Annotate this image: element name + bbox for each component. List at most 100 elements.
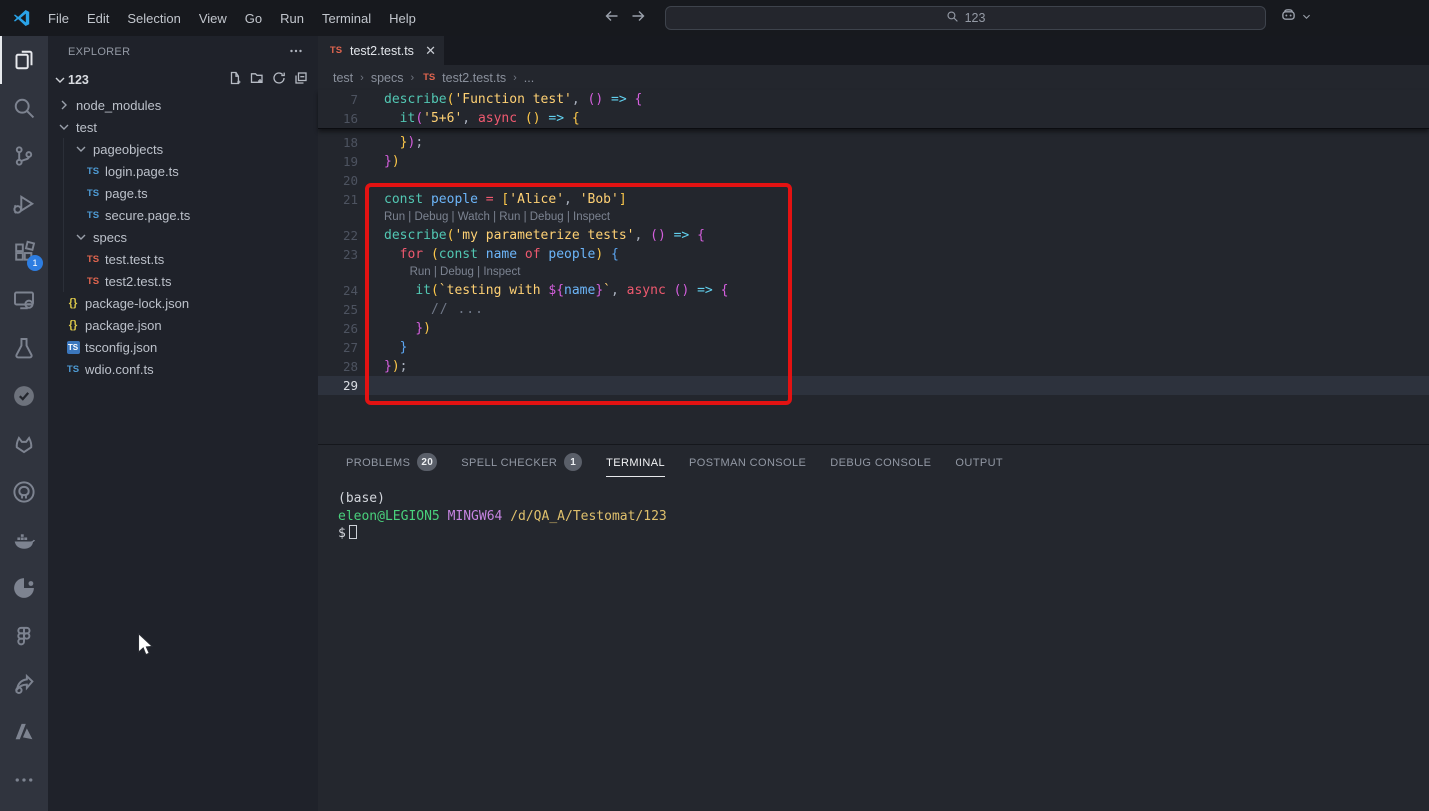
code-line-26: 26 }) [318, 319, 1429, 338]
history-nav [604, 0, 646, 36]
testing-icon[interactable] [0, 324, 48, 372]
new-folder-icon[interactable] [249, 70, 265, 89]
tab-bar: TS test2.test.ts ✕ [318, 36, 1429, 65]
breadcrumb-item-3[interactable]: TStest2.test.ts [421, 71, 506, 85]
refresh-icon[interactable] [271, 70, 287, 89]
gitlab-icon[interactable] [0, 420, 48, 468]
code-line-28: 28}); [318, 357, 1429, 376]
explorer-icon[interactable] [0, 36, 48, 84]
menu-file[interactable]: File [39, 11, 78, 26]
tree-item-pageobjects[interactable]: pageobjects [48, 138, 318, 160]
panel-tab-problems[interactable]: PROBLEMS20 [346, 445, 437, 479]
tree-item-login-page-ts[interactable]: TSlogin.page.ts [48, 160, 318, 182]
explorer-sidebar: EXPLORER 123 node_modulestestpageobjects… [48, 36, 318, 811]
explorer-toolbar [227, 70, 318, 89]
line-number: 27 [318, 338, 358, 357]
chevron-down-icon [1301, 9, 1312, 27]
source-control-icon[interactable] [0, 132, 48, 180]
new-file-icon[interactable] [227, 70, 243, 89]
tree-item-tsconfig-json[interactable]: TStsconfig.json [48, 336, 318, 358]
docker-icon[interactable] [0, 516, 48, 564]
folder-section-header[interactable]: 123 [48, 68, 318, 91]
tree-item-test2-test-ts[interactable]: TStest2.test.ts [48, 270, 318, 292]
breadcrumb-item-1[interactable]: test [333, 71, 353, 85]
terminal-output[interactable]: (base)eleon@LEGION5 MINGW64 /d/QA_A/Test… [318, 479, 1429, 543]
tree-item-secure-page-ts[interactable]: TSsecure.page.ts [48, 204, 318, 226]
codelens[interactable]: Run | Debug | Watch | Run | Debug | Insp… [318, 209, 1429, 226]
live-share-icon[interactable] [0, 660, 48, 708]
back-arrow-icon[interactable] [604, 8, 620, 29]
line-number: 26 [318, 319, 358, 338]
sidebar-title: EXPLORER [68, 46, 130, 58]
panel-tab-debug-console[interactable]: DEBUG CONSOLE [830, 445, 931, 479]
line-number: 18 [318, 133, 358, 152]
tree-item-page-ts[interactable]: TSpage.ts [48, 182, 318, 204]
ts-blue-file-icon: TS [85, 210, 101, 221]
breadcrumb-separator: › [513, 72, 517, 84]
code-line-20: 20 [318, 171, 1429, 190]
tree-item-test-test-ts[interactable]: TS test.test.ts [48, 248, 318, 270]
terminal-line: $ [338, 525, 1429, 543]
menu-selection[interactable]: Selection [118, 11, 189, 26]
code-line-23: 23 for (const name of people) { [318, 245, 1429, 264]
line-content: describe('my parameterize tests', () => … [384, 226, 705, 245]
tab-label: test2.test.ts [350, 44, 414, 58]
close-icon[interactable]: ✕ [425, 44, 436, 57]
panel-tab-output[interactable]: OUTPUT [955, 445, 1003, 479]
codelens-actions[interactable]: Run | Debug | Watch | Run | Debug | Insp… [384, 208, 610, 227]
tree-item-test[interactable]: test [48, 116, 318, 138]
codelens-actions[interactable]: Run | Debug | Inspect [384, 263, 520, 282]
panel-tab-label: TERMINAL [606, 447, 665, 477]
menu-edit[interactable]: Edit [78, 11, 118, 26]
figma-icon[interactable] [0, 612, 48, 660]
views-more-actions-icon[interactable] [288, 43, 304, 62]
panel-tab-terminal[interactable]: TERMINAL [606, 445, 665, 479]
breadcrumb-label: ... [524, 71, 534, 85]
sticky-scroll: 7describe('Function test', () => {16 it(… [318, 90, 1429, 129]
tree-item-label: package.json [85, 318, 162, 333]
braces-file-icon: {} [65, 319, 81, 331]
collapse-all-icon[interactable] [293, 70, 309, 89]
panel-tab-label: POSTMAN CONSOLE [689, 447, 806, 477]
panel-tab-bar: PROBLEMS20 SPELL CHECKER1 TERMINAL POSTMAN … [318, 445, 1429, 479]
more-icon[interactable] [0, 756, 48, 804]
breadcrumb-item-4[interactable]: ... [524, 71, 534, 85]
line-content: for (const name of people) { [384, 245, 619, 264]
check-circle-icon[interactable] [0, 372, 48, 420]
panel-tab-label: SPELL CHECKER [461, 447, 557, 477]
command-center-search[interactable]: 123 [665, 6, 1266, 30]
search-icon[interactable] [0, 84, 48, 132]
tab-test2-test-ts[interactable]: TS test2.test.ts ✕ [318, 36, 444, 65]
pie-circle-icon[interactable] [0, 564, 48, 612]
menu-terminal[interactable]: Terminal [313, 11, 380, 26]
code-editor[interactable]: 7describe('Function test', () => {16 it(… [318, 90, 1429, 444]
panel-tab-postman-console[interactable]: POSTMAN CONSOLE [689, 445, 806, 479]
github-icon[interactable] [0, 468, 48, 516]
line-number: 24 [318, 281, 358, 300]
tree-item-label: test.test.ts [105, 252, 164, 267]
menu-view[interactable]: View [190, 11, 236, 26]
panel-tab-spell-checker[interactable]: SPELL CHECKER1 [461, 445, 582, 479]
azure-icon[interactable] [0, 708, 48, 756]
extensions-icon[interactable]: 1 [0, 228, 48, 276]
tree-item-package-lock-json[interactable]: {}package-lock.json [48, 292, 318, 314]
copilot-menu[interactable] [1280, 0, 1312, 36]
ts-blue-file-icon: TS [65, 364, 81, 375]
tree-item-wdio-conf-ts[interactable]: TSwdio.conf.ts [48, 358, 318, 380]
search-icon [946, 10, 959, 26]
line-content: }) [384, 152, 400, 171]
tree-item-package-json[interactable]: {} package.json [48, 314, 318, 336]
breadcrumb-item-2[interactable]: specs [371, 71, 404, 85]
tree-item-node-modules[interactable]: node_modules [48, 94, 318, 116]
file-tree: node_modulestestpageobjectsTSlogin.page.… [48, 94, 318, 380]
sidebar-header: EXPLORER [48, 36, 318, 68]
remote-explorer-icon[interactable] [0, 276, 48, 324]
codelens[interactable]: Run | Debug | Inspect [318, 264, 1429, 281]
menu-help[interactable]: Help [380, 11, 425, 26]
forward-arrow-icon[interactable] [630, 8, 646, 29]
menu-run[interactable]: Run [271, 11, 313, 26]
tree-item-specs[interactable]: specs [48, 226, 318, 248]
ts-orange-file-icon: TS [85, 254, 101, 265]
run-debug-icon[interactable] [0, 180, 48, 228]
menu-go[interactable]: Go [236, 11, 271, 26]
